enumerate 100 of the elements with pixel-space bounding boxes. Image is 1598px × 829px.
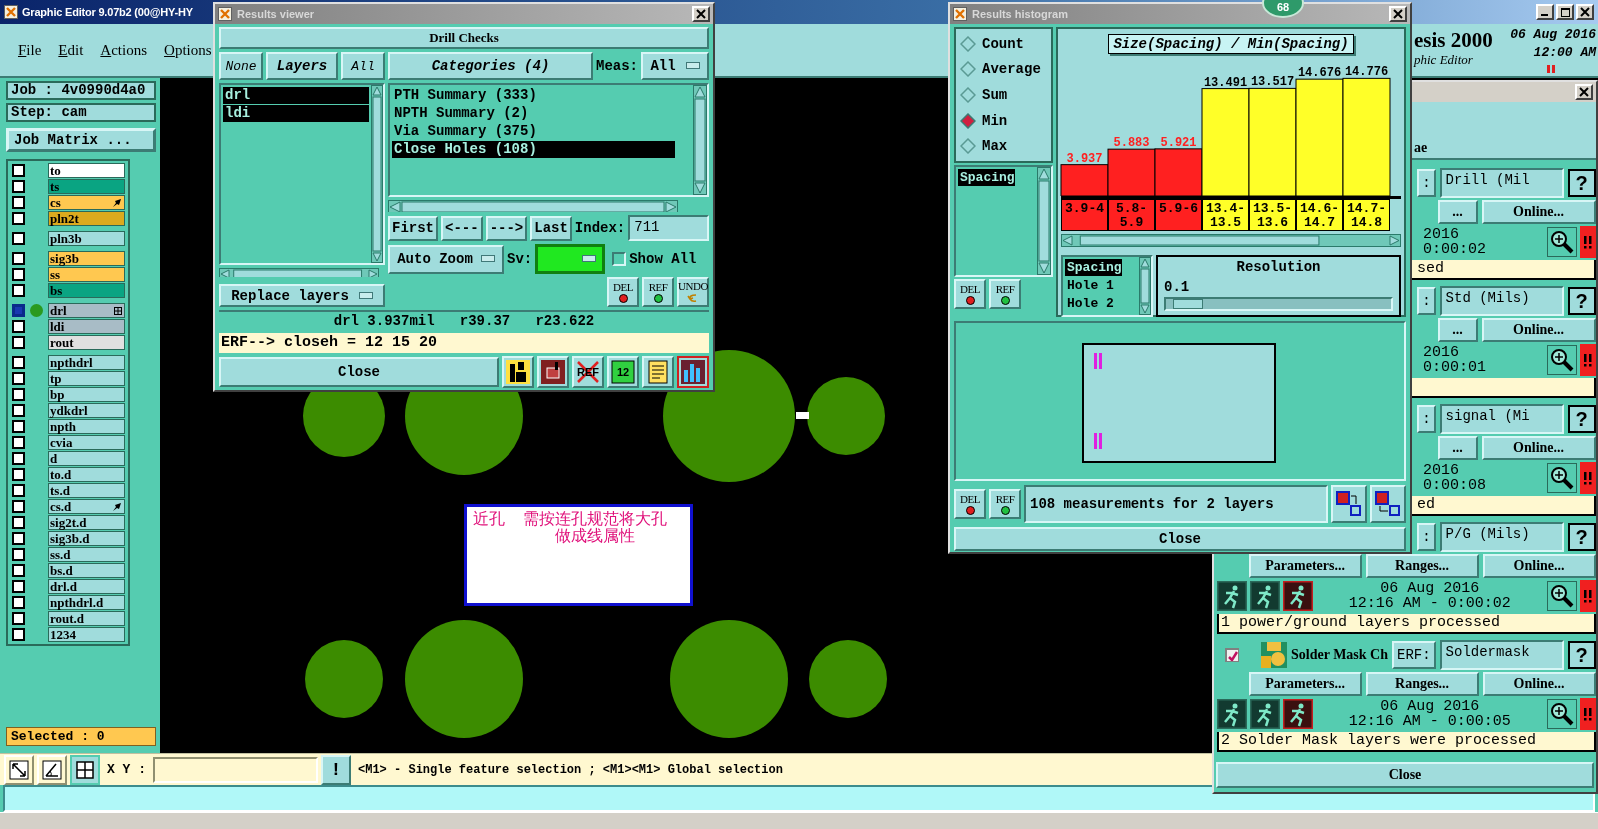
close-button[interactable]	[1389, 6, 1407, 22]
layer-checkbox[interactable]	[12, 388, 25, 401]
vertical-scrollbar[interactable]	[1037, 167, 1051, 275]
check-button[interactable]: Online...	[1482, 554, 1596, 578]
layer-cell[interactable]: 1234	[48, 627, 125, 642]
tool-button[interactable]	[70, 754, 100, 785]
tool-button[interactable]	[677, 356, 709, 388]
help-button[interactable]: ?	[1567, 287, 1596, 315]
radio-button[interactable]	[960, 112, 976, 129]
radio-button[interactable]	[960, 87, 976, 103]
layer-checkbox[interactable]	[12, 212, 25, 225]
horizontal-scrollbar[interactable]	[1061, 234, 1401, 247]
layer-cell[interactable]: bs.d	[48, 563, 125, 578]
layer-checkbox[interactable]	[12, 268, 25, 281]
help-button[interactable]: ?	[1567, 405, 1596, 433]
layer-cell[interactable]: sig3b	[48, 251, 125, 266]
layer-cell[interactable]: bs	[48, 283, 125, 298]
export-button[interactable]	[1331, 485, 1367, 523]
vertical-scrollbar[interactable]	[371, 85, 383, 263]
refresh-button[interactable]: REF	[989, 489, 1021, 519]
erf-button[interactable]: :	[1417, 523, 1436, 551]
zoom-in-icon[interactable]	[1546, 345, 1577, 375]
layer-checkbox[interactable]	[12, 612, 25, 625]
layer-cell[interactable]: to.d	[48, 467, 125, 482]
layer-cell[interactable]: npth	[48, 419, 125, 434]
check-button[interactable]: Parameters...	[1248, 554, 1362, 578]
layer-checkbox[interactable]	[12, 564, 25, 577]
maximize-button[interactable]	[1556, 4, 1574, 20]
list-item[interactable]: Hole 2	[1065, 295, 1114, 312]
layer-checkbox[interactable]	[12, 196, 25, 209]
job-matrix-button[interactable]: Job Matrix ...	[6, 128, 156, 152]
check-button[interactable]: Ranges...	[1365, 554, 1479, 578]
layer-checkbox[interactable]	[12, 180, 25, 193]
meas-dropdown[interactable]: All	[641, 52, 709, 80]
minimize-button[interactable]	[1536, 4, 1554, 20]
vertical-scrollbar[interactable]	[693, 85, 707, 195]
layer-checkbox[interactable]	[12, 548, 25, 561]
layer-cell[interactable]: cs.d	[48, 499, 125, 514]
checkbox[interactable]	[1225, 648, 1239, 662]
delete-button[interactable]: DEL	[607, 277, 639, 307]
layer-cell[interactable]: rout.d	[48, 611, 125, 626]
runner-icon[interactable]	[1283, 581, 1313, 611]
layer-checkbox[interactable]	[12, 484, 25, 497]
layer-cell[interactable]: drl	[48, 303, 125, 318]
zoom-in-icon[interactable]	[1546, 227, 1577, 257]
check-button[interactable]: ...	[1437, 200, 1478, 224]
radio-button[interactable]	[960, 35, 976, 52]
layer-cell[interactable]: sig2t.d	[48, 515, 125, 530]
layer-checkbox[interactable]	[12, 628, 25, 641]
layer-cell[interactable]: ss.d	[48, 547, 125, 562]
layer-cell[interactable]: d	[48, 451, 125, 466]
layer-cell[interactable]: rout	[48, 335, 125, 350]
list-item[interactable]: Close Holes (108)	[392, 141, 675, 158]
layer-checkbox[interactable]	[12, 164, 25, 177]
zoom-in-icon[interactable]	[1546, 463, 1577, 493]
help-button[interactable]: ?	[1567, 523, 1596, 551]
close-button[interactable]: Close	[954, 527, 1406, 551]
tool-button[interactable]: 12	[607, 356, 639, 388]
layer-cell[interactable]: pln3b	[48, 231, 125, 246]
tab-button[interactable]: None	[219, 52, 263, 80]
menu-item[interactable]: Options	[164, 41, 212, 59]
list-item[interactable]: drl	[223, 87, 369, 104]
layer-cell[interactable]: cs	[48, 195, 125, 210]
layers-header[interactable]: Layers	[266, 52, 338, 80]
radio-label[interactable]: Count	[982, 35, 1024, 52]
layer-checkbox[interactable]	[12, 284, 25, 297]
layer-checkbox[interactable]	[12, 252, 25, 265]
layer-checkbox[interactable]	[12, 468, 25, 481]
horizontal-scrollbar[interactable]	[388, 200, 678, 212]
replace-layers-dropdown[interactable]: Replace layers	[219, 284, 385, 307]
check-button[interactable]: ...	[1437, 436, 1478, 460]
erf-button[interactable]: ERF:	[1392, 641, 1436, 669]
nav-button[interactable]: --->	[485, 215, 528, 241]
vertical-scrollbar[interactable]	[1139, 257, 1151, 315]
erf-button[interactable]: :	[1417, 287, 1436, 315]
layer-checkbox[interactable]	[12, 304, 25, 317]
erf-field[interactable]: Soldermask	[1439, 640, 1564, 670]
layer-cell[interactable]: ydkdrl	[48, 403, 125, 418]
slider-thumb[interactable]	[1172, 299, 1203, 309]
runner-icon[interactable]	[1217, 699, 1247, 729]
check-button[interactable]: Parameters...	[1248, 672, 1362, 696]
show-all-checkbox[interactable]	[612, 252, 627, 266]
check-button[interactable]: Online...	[1482, 672, 1596, 696]
tab-button[interactable]: All	[341, 52, 385, 80]
refresh-button[interactable]: REF	[989, 279, 1021, 309]
coordinate-field[interactable]	[153, 756, 318, 783]
list-item[interactable]: ldi	[223, 105, 369, 122]
color-dropdown[interactable]	[535, 244, 606, 274]
layer-cell[interactable]: npthdrl	[48, 355, 125, 370]
help-button[interactable]: ?	[1567, 169, 1596, 197]
radio-button[interactable]	[960, 61, 976, 78]
layer-cell[interactable]: bp	[48, 387, 125, 402]
resolution-slider[interactable]	[1164, 297, 1393, 311]
runner-icon[interactable]	[1217, 581, 1247, 611]
layer-cell[interactable]: ss	[48, 267, 125, 282]
radio-button[interactable]	[960, 138, 976, 155]
categories-button[interactable]: Categories (4)	[388, 52, 593, 80]
refresh-button[interactable]: REF	[642, 277, 674, 307]
layer-checkbox[interactable]	[12, 356, 25, 369]
layer-cell[interactable]: npthdrl.d	[48, 595, 125, 610]
